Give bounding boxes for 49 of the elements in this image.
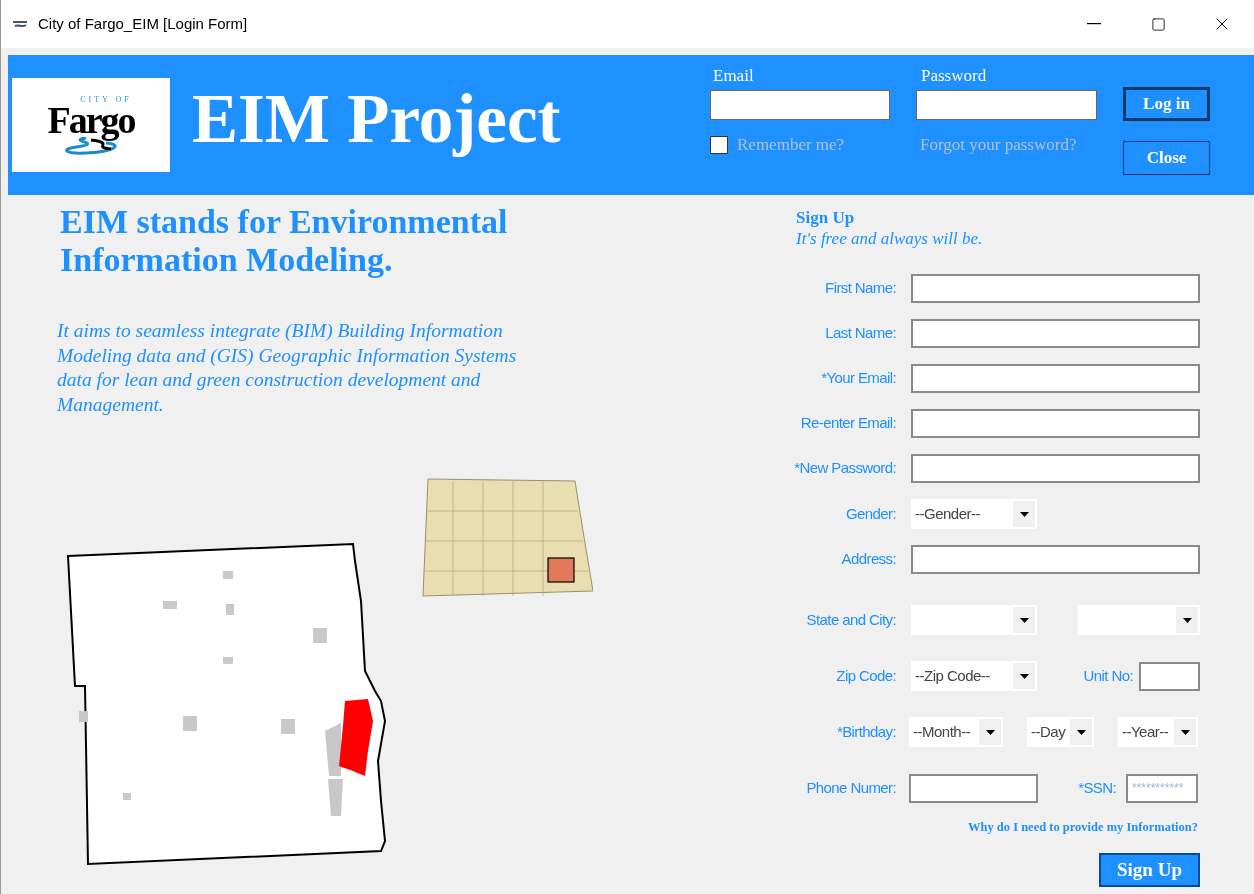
field-label: Password [921,66,988,86]
text-field[interactable] [911,409,1200,438]
caret-icon [985,729,995,735]
dropdown[interactable]: --Zip Code-- [911,661,1037,691]
field-label: Email [713,66,755,86]
window-title: City of Fargo_EIM [Login Form] [38,13,248,34]
password-field[interactable] [916,90,1097,120]
dropdown[interactable]: --Gender-- [911,499,1037,529]
caret-icon [1019,617,1029,623]
maximize-icon [1150,16,1166,32]
text-field[interactable] [911,545,1200,574]
text-field[interactable] [909,773,1038,803]
email-field[interactable] [710,90,890,120]
dropdown[interactable]: --Month-- [909,717,1003,747]
signup-title: Sign Up [796,208,856,228]
minimize-icon [1087,23,1101,25]
field-label: *Your Email: [820,368,896,389]
text-field[interactable] [911,454,1200,483]
field-label: Zip Code: [835,665,896,686]
text-field[interactable] [1139,661,1200,691]
dropdown[interactable]: --Year-- [1118,717,1198,747]
caret-icon [1180,729,1190,735]
intro-heading: EIM stands for Environmental Information Modeling. [60,203,509,279]
dropdown[interactable]: --Day [1027,717,1094,747]
caret-icon [1182,617,1192,623]
app-icon [12,18,28,30]
field-label: *SSN: [1078,777,1116,798]
field-label: Phone Numer: [805,777,896,798]
field-label: Last Name: [824,323,896,344]
field-label: *Birthday: [835,721,896,742]
field-label: First Name: [824,278,896,299]
field-label: Unit No: [1083,665,1133,686]
caret-icon [1076,729,1086,735]
logo-caption: CITY OF [80,95,132,104]
field-label: Re-enter Email: [799,413,896,434]
intro-paragraph: It aims to seamless integrate (BIM) Building Information Modeling data and (GIS) Geographic Information Systems data for lean and green construction development and Management. [57,319,518,417]
caret-icon [1019,673,1029,679]
checkbox[interactable] [710,135,728,154]
text-field[interactable] [911,274,1200,303]
checkbox-label: Remember me? [737,134,845,156]
field-label: *New Password: [793,458,896,479]
caret-icon [1019,511,1029,517]
signup-subtitle: It's free and always will be. [796,228,984,250]
field-label: Address: [840,549,896,570]
text-field[interactable]: *********** [1126,773,1198,803]
field-label: Gender: [845,503,896,524]
field-label: State and City: [805,609,896,630]
text-field[interactable] [911,319,1200,348]
text-field[interactable] [911,364,1200,393]
